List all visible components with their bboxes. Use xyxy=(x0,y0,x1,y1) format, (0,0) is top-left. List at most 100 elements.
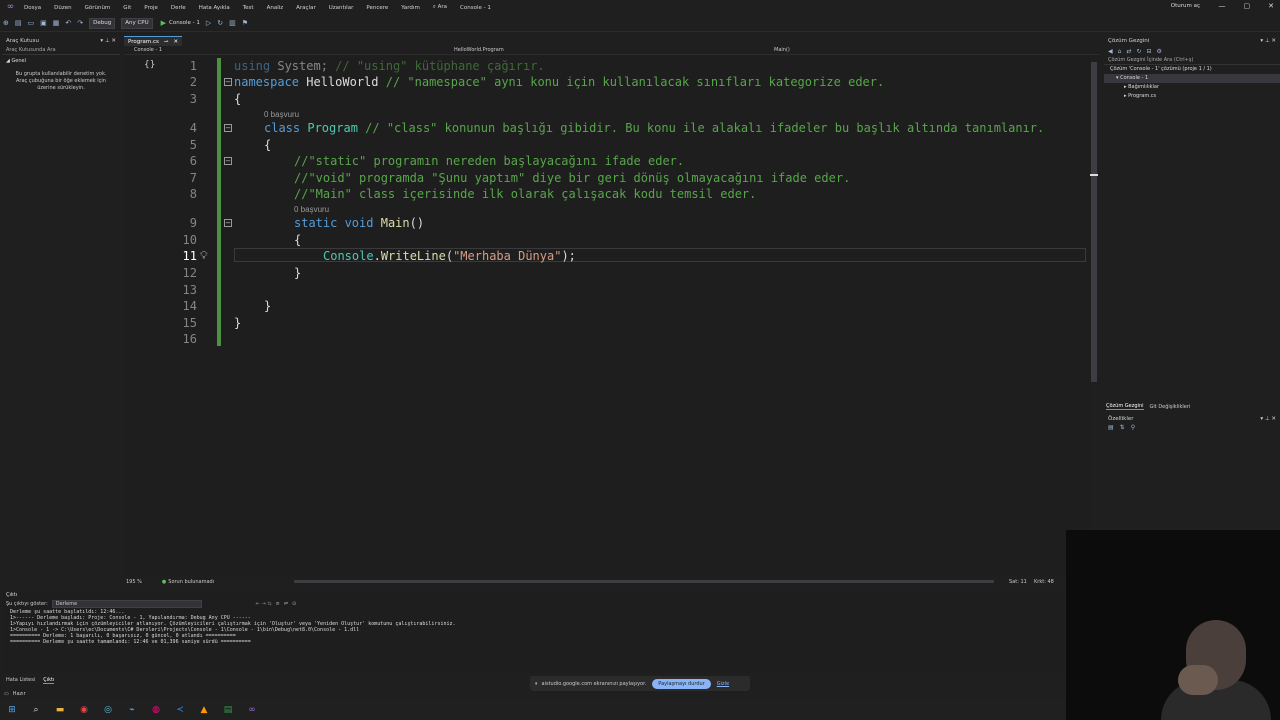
menu-debug[interactable]: Hata Ayıkla xyxy=(199,5,230,11)
sync-icon[interactable]: ⇄ xyxy=(1126,48,1131,55)
settings-icon[interactable]: ⚙ xyxy=(1157,48,1162,55)
tree-solution[interactable]: Çözüm 'Console - 1' çözümü (proje 1 / 1) xyxy=(1104,65,1280,74)
refresh-icon[interactable]: ↻ xyxy=(1136,48,1141,55)
tab-output[interactable]: Çıktı xyxy=(43,677,55,684)
output-settings-icon[interactable]: ⊙ xyxy=(292,601,296,607)
collapse-icon[interactable]: − xyxy=(224,219,232,227)
menu-tools[interactable]: Araçlar xyxy=(296,5,316,11)
collapse-icon[interactable]: − xyxy=(224,157,232,165)
tree-dependencies[interactable]: ▸ Bağımlılıklar xyxy=(1104,83,1280,92)
open-icon[interactable]: ▭ xyxy=(28,19,35,27)
bookmark-icon[interactable]: ⚑ xyxy=(242,19,248,27)
solution-search[interactable]: Çözüm Gezgini İçinde Ara (Ctrl+ş) xyxy=(1104,56,1280,65)
toolbox-search[interactable]: Araç Kutusunda Ara xyxy=(2,46,120,55)
class-dropdown[interactable]: HelloWorld.Program xyxy=(444,47,764,53)
visual-studio-icon[interactable]: ∞ xyxy=(245,703,259,717)
configuration-select[interactable]: Debug xyxy=(89,17,116,29)
code-editor[interactable]: {} 1 2 3 4 5 6 7 8 9 10 11 12 13 14 15 1… xyxy=(124,56,1090,576)
categorized-icon[interactable]: ▤ xyxy=(1108,424,1114,431)
reference-count[interactable]: 0 başvuru xyxy=(294,205,329,214)
tree-project-label: Console - 1 xyxy=(1120,75,1149,81)
menu-build[interactable]: Derle xyxy=(171,5,186,11)
tab-close-icon[interactable]: ✕ xyxy=(173,37,178,46)
hide-button[interactable]: Gizle xyxy=(717,681,729,687)
project-dropdown[interactable]: Console - 1 xyxy=(124,47,444,53)
bottom-tabs: Hata Listesi Çıktı xyxy=(2,675,502,685)
tab-error-list[interactable]: Hata Listesi xyxy=(6,677,35,683)
menu-window[interactable]: Pencere xyxy=(366,5,388,11)
reference-count[interactable]: 0 başvuru xyxy=(264,110,299,119)
property-pages-icon[interactable]: ⚲ xyxy=(1131,424,1135,431)
issues-status[interactable]: Sorun bulunamadı xyxy=(168,579,214,585)
media-app-icon[interactable]: ◉ xyxy=(77,703,91,717)
file-explorer-icon[interactable]: ▬ xyxy=(53,703,67,717)
run-icon[interactable]: ▶ xyxy=(161,19,166,27)
run-target[interactable]: Console - 1 xyxy=(169,20,200,26)
chrome-icon[interactable]: ◎ xyxy=(101,703,115,717)
run-without-debug-icon[interactable]: ▷ xyxy=(206,19,211,27)
sign-in-link[interactable]: Oturum aç xyxy=(1171,3,1200,9)
vscode-icon[interactable]: ≺ xyxy=(173,703,187,717)
menu-analyze[interactable]: Analiz xyxy=(267,5,284,11)
steam-icon[interactable]: ⌁ xyxy=(125,703,139,717)
scrollbar-thumb[interactable] xyxy=(1091,62,1097,382)
tree-file[interactable]: ▸ Program.cs xyxy=(1104,92,1280,101)
navigate-back-icon[interactable]: ⊕ xyxy=(3,19,9,27)
minimize-icon[interactable]: — xyxy=(1219,2,1226,10)
solution-explorer: Çözüm Gezgini ▾ ⊥ ✕ ◀ ⌂ ⇄ ↻ ⊟ ⚙ Çözüm Ge… xyxy=(1104,36,1280,406)
clear-output-icon[interactable]: ≡ xyxy=(276,601,280,607)
menu-project[interactable]: Proje xyxy=(144,5,158,11)
panel-options-icon[interactable]: ▾ ⊥ ✕ xyxy=(100,36,116,46)
new-item-icon[interactable]: ▤ xyxy=(15,19,22,27)
menu-edit[interactable]: Düzen xyxy=(54,5,71,11)
panel-options-icon[interactable]: ▾ ⊥ ✕ xyxy=(1260,36,1276,46)
pin-icon[interactable]: ⊸ xyxy=(164,37,169,46)
lightbulb-icon[interactable]: 💡︎ xyxy=(200,249,208,263)
menu-git[interactable]: Git xyxy=(123,5,131,11)
maximize-icon[interactable]: ▢ xyxy=(1244,2,1251,10)
save-all-icon[interactable]: ▦ xyxy=(53,19,60,27)
browser-icon[interactable]: ◍ xyxy=(149,703,163,717)
zoom-level[interactable]: 195 % xyxy=(126,579,142,585)
save-icon[interactable]: ▣ xyxy=(40,19,47,27)
menu-extensions[interactable]: Uzantılar xyxy=(329,5,354,11)
line-number: 16 xyxy=(182,332,197,346)
collapse-all-icon[interactable]: ⊟ xyxy=(1147,48,1152,55)
back-icon[interactable]: ◀ xyxy=(1108,48,1113,55)
vlc-icon[interactable]: ▲ xyxy=(197,703,211,717)
panel-options-icon[interactable]: ▾ ⊥ ✕ xyxy=(1260,414,1276,424)
redo-icon[interactable]: ↷ xyxy=(77,19,83,27)
platform-select[interactable]: Any CPU xyxy=(121,17,153,29)
collapse-icon[interactable]: − xyxy=(224,78,232,86)
hot-reload-icon[interactable]: ↻ xyxy=(217,19,223,27)
layout-icon[interactable]: ▥ xyxy=(229,19,236,27)
windows-start-icon[interactable]: ⊞ xyxy=(5,703,19,717)
window-controls: — ▢ ✕ xyxy=(1219,2,1275,10)
menu-test[interactable]: Test xyxy=(243,5,254,11)
tree-project[interactable]: ▾ Console - 1 xyxy=(1104,74,1280,83)
alphabetical-icon[interactable]: ⇅ xyxy=(1120,424,1125,431)
stop-sharing-button[interactable]: Paylaşmayı durdur xyxy=(652,678,711,689)
toolbox-group[interactable]: ◢ Genel xyxy=(2,55,120,67)
tab-program-cs[interactable]: Program.cs ⊸ ✕ xyxy=(124,36,183,46)
output-source-select[interactable]: Derleme xyxy=(51,600,202,608)
horizontal-scrollbar[interactable] xyxy=(294,580,994,583)
search-box[interactable]: ⌕ Ara xyxy=(433,4,447,11)
caret-marker xyxy=(1090,174,1098,176)
search-icon[interactable]: ⌕ xyxy=(29,703,43,717)
menu-help[interactable]: Yardım xyxy=(401,5,420,11)
undo-icon[interactable]: ↶ xyxy=(65,19,71,27)
tab-git-changes[interactable]: Git Değişiklikleri xyxy=(1150,404,1191,410)
tab-solution-explorer[interactable]: Çözüm Gezgini xyxy=(1106,403,1144,410)
vertical-scrollbar[interactable] xyxy=(1090,56,1098,576)
collapse-icon[interactable]: − xyxy=(224,124,232,132)
menu-view[interactable]: Görünüm xyxy=(85,5,111,11)
word-wrap-icon[interactable]: ⇌ xyxy=(284,601,288,607)
output-nav-icon[interactable]: ⇤ ⇥ ⇆ xyxy=(256,601,272,607)
close-icon[interactable]: ✕ xyxy=(1268,2,1274,10)
code-snippet-icon[interactable]: {} xyxy=(144,60,155,70)
member-dropdown[interactable]: Main() xyxy=(764,47,1064,53)
home-icon[interactable]: ⌂ xyxy=(1118,48,1122,55)
sheet-app-icon[interactable]: ▤ xyxy=(221,703,235,717)
menu-file[interactable]: Dosya xyxy=(24,5,41,11)
